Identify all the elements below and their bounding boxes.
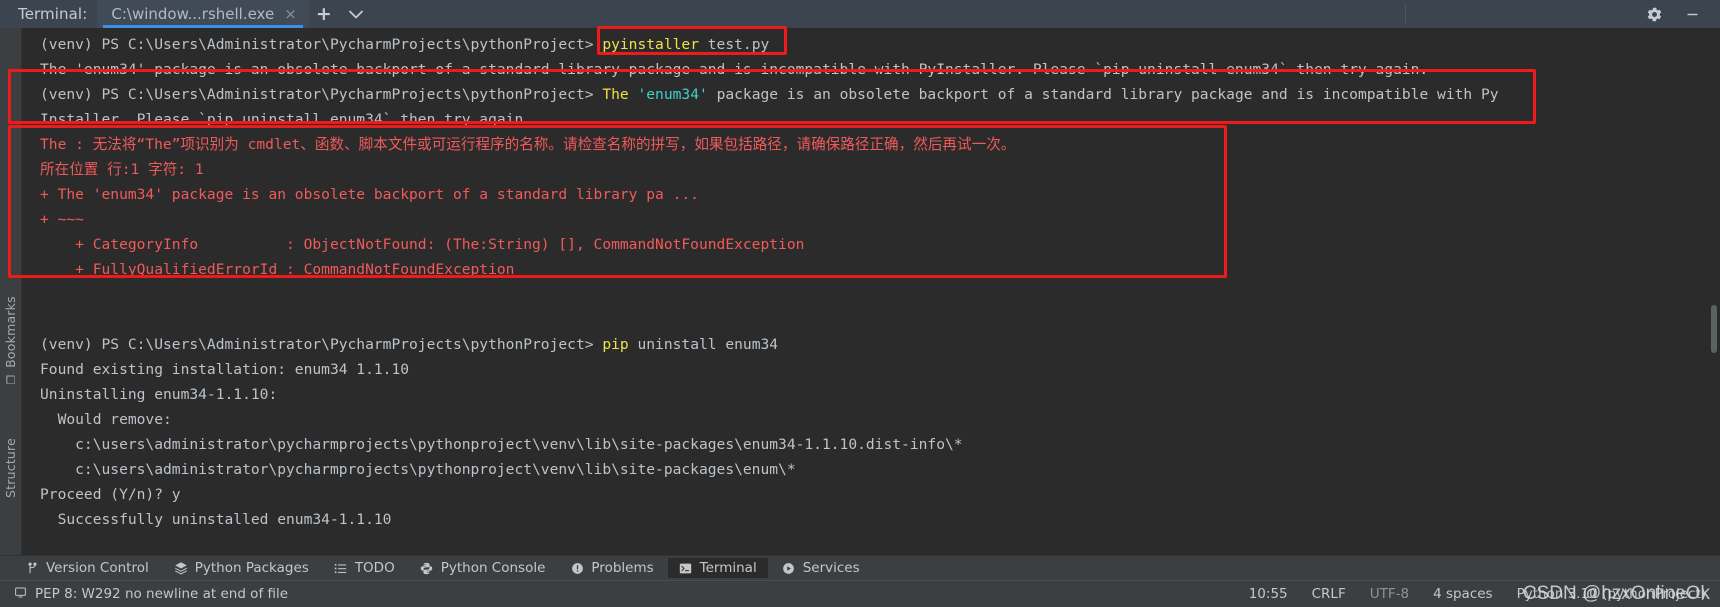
terminal-tab-label: C:\window...rshell.exe <box>111 5 275 23</box>
warning-circle-icon <box>570 561 584 575</box>
terminal-text: The : 无法将“The”项识别为 cmdlet、函数、脚本文件或可运行程序的… <box>40 136 1016 153</box>
tabbar-spacer-right <box>1406 0 1644 28</box>
tool-window-bar: Version Control Python Packages TODO Python… <box>0 555 1720 580</box>
tool-window-button-terminal[interactable]: Terminal <box>667 558 768 578</box>
status-message-group: PEP 8: W292 no newline at end of file <box>14 586 288 603</box>
pycharm-window: Terminal: C:\window...rshell.exe × + ❏ B… <box>0 0 1720 607</box>
terminal-scrollbar[interactable] <box>1711 305 1717 353</box>
terminal-text: + ~~~ <box>40 211 84 228</box>
terminal-text: The <box>602 86 638 103</box>
new-terminal-tab-button[interactable]: + <box>309 0 339 28</box>
terminal-text: + The 'enum34' package is an obsolete ba… <box>40 186 699 203</box>
terminal-line: 所在位置 行:1 字符: 1 <box>40 157 1720 182</box>
terminal-text: pyinstaller <box>602 36 699 53</box>
terminal-line: The : 无法将“The”项识别为 cmdlet、函数、脚本文件或可运行程序的… <box>40 132 1720 157</box>
terminal-line: (venv) PS C:\Users\Administrator\Pycharm… <box>40 32 1720 57</box>
terminal-text: Would remove: <box>40 411 172 428</box>
terminal-text: + CategoryInfo : ObjectNotFound: (The:St… <box>40 236 805 253</box>
status-bar: PEP 8: W292 no newline at end of file 10… <box>0 580 1720 607</box>
terminal-text: The 'enum34' package is an obsolete back… <box>40 61 1429 78</box>
tool-window-button-problems[interactable]: Problems <box>559 558 664 578</box>
status-message: PEP 8: W292 no newline at end of file <box>35 586 289 602</box>
terminal-line: Proceed (Y/n)? y <box>40 482 1720 507</box>
terminal-label: Terminal: <box>18 5 88 23</box>
status-line-separator[interactable]: CRLF <box>1312 586 1346 602</box>
terminal-text: (venv) PS C:\Users\Administrator\Pycharm… <box>40 336 603 353</box>
minimize-icon[interactable] <box>1682 4 1702 24</box>
terminal-line: Found existing installation: enum34 1.1.… <box>40 357 1720 382</box>
status-time: 10:55 <box>1248 586 1288 602</box>
left-tool-strip: ❏ Bookmarks Structure <box>0 28 22 555</box>
sidebar-item-structure[interactable]: Structure <box>3 438 18 498</box>
terminal-line: Would remove: <box>40 407 1720 432</box>
tabbar-actions <box>1644 0 1720 28</box>
terminal-text: uninstall enum34 <box>628 336 779 353</box>
sidebar-item-label: Bookmarks <box>3 296 18 368</box>
tool-window-button-todo[interactable]: TODO <box>323 558 406 578</box>
terminal-output[interactable]: (venv) PS C:\Users\Administrator\Pycharm… <box>22 28 1720 555</box>
tool-window-button-python-packages[interactable]: Python Packages <box>163 558 320 578</box>
terminal-text: 'enum34' <box>637 86 708 103</box>
terminal-line: + The 'enum34' package is an obsolete ba… <box>40 182 1720 207</box>
terminal-line: Uninstalling enum34-1.1.10: <box>40 382 1720 407</box>
terminal-line: c:\users\administrator\pycharmprojects\p… <box>40 432 1720 457</box>
close-icon[interactable]: × <box>282 6 299 22</box>
terminal-text: (venv) PS C:\Users\Administrator\Pycharm… <box>40 36 603 53</box>
terminal-text: 所在位置 行:1 字符: 1 <box>40 161 204 178</box>
terminal-text: c:\users\administrator\pycharmprojects\p… <box>40 461 796 478</box>
status-interpreter[interactable]: Python 3.10 (pythonProject) <box>1517 586 1706 602</box>
gear-icon[interactable] <box>1644 4 1664 24</box>
tool-window-label: Python Packages <box>194 560 309 576</box>
terminal-tab-powershell[interactable]: C:\window...rshell.exe × <box>97 0 309 28</box>
tool-window-label: Python Console <box>440 560 546 576</box>
terminal-line: Successfully uninstalled enum34-1.1.10 <box>40 507 1720 532</box>
status-encoding[interactable]: UTF-8 <box>1370 586 1409 602</box>
terminal-text: Uninstalling enum34-1.1.10: <box>40 386 278 403</box>
terminal-text: Installer. Please `pip uninstall enum34`… <box>40 111 533 128</box>
todo-list-icon <box>334 561 348 575</box>
tool-window-button-version-control[interactable]: Version Control <box>14 558 160 578</box>
terminal-line: + CategoryInfo : ObjectNotFound: (The:St… <box>40 232 1720 257</box>
terminal-line: (venv) PS C:\Users\Administrator\Pycharm… <box>40 332 1720 357</box>
terminal-line: + FullyQualifiedErrorId : CommandNotFoun… <box>40 257 1720 282</box>
tool-window-label: Version Control <box>46 560 149 576</box>
terminal-text: + FullyQualifiedErrorId : CommandNotFoun… <box>40 261 515 278</box>
bookmark-icon: ❏ <box>4 372 17 386</box>
terminal-line: (venv) PS C:\Users\Administrator\Pycharm… <box>40 82 1720 107</box>
tool-window-label: Problems <box>591 560 654 576</box>
branch-icon <box>25 561 39 575</box>
tool-window-label: TODO <box>354 560 395 576</box>
sidebar-item-label: Structure <box>3 437 18 498</box>
terminal-text: package is an obsolete backport of a sta… <box>707 86 1499 103</box>
terminal-line: Installer. Please `pip uninstall enum34`… <box>40 107 1720 132</box>
monitor-icon <box>14 586 27 603</box>
terminal-line: + ~~~ <box>40 207 1720 232</box>
tabbar-spacer <box>373 0 1405 28</box>
tool-window-button-python-console[interactable]: Python Console <box>409 558 557 578</box>
packages-icon <box>174 561 188 575</box>
terminal-icon <box>679 561 693 575</box>
terminal-line: The 'enum34' package is an obsolete back… <box>40 57 1720 82</box>
tool-window-button-services[interactable]: Services <box>771 558 871 578</box>
terminal-line: c:\users\administrator\pycharmprojects\p… <box>40 457 1720 482</box>
status-indent[interactable]: 4 spaces <box>1433 586 1493 602</box>
tool-window-label: Services <box>802 560 860 576</box>
terminal-tabbar: Terminal: C:\window...rshell.exe × + <box>0 0 1720 28</box>
terminal-text: c:\users\administrator\pycharmprojects\p… <box>40 436 963 453</box>
terminal-text: (venv) PS C:\Users\Administrator\Pycharm… <box>40 86 603 103</box>
terminal-text: pip <box>602 336 629 353</box>
sidebar-item-bookmarks[interactable]: ❏ Bookmarks <box>3 296 18 386</box>
terminal-text: test.py <box>698 36 770 53</box>
status-indicators: 10:55 CRLF UTF-8 4 spaces Python 3.10 (p… <box>1249 586 1706 602</box>
terminal-text: Found existing installation: enum34 1.1.… <box>40 361 410 378</box>
chevron-down-icon[interactable] <box>339 0 373 28</box>
play-circle-icon <box>782 561 796 575</box>
terminal-text: Successfully uninstalled enum34-1.1.10 <box>40 511 392 528</box>
python-icon <box>420 561 434 575</box>
tool-window-label: Terminal <box>699 560 757 576</box>
terminal-text: Proceed (Y/n)? y <box>40 486 181 503</box>
